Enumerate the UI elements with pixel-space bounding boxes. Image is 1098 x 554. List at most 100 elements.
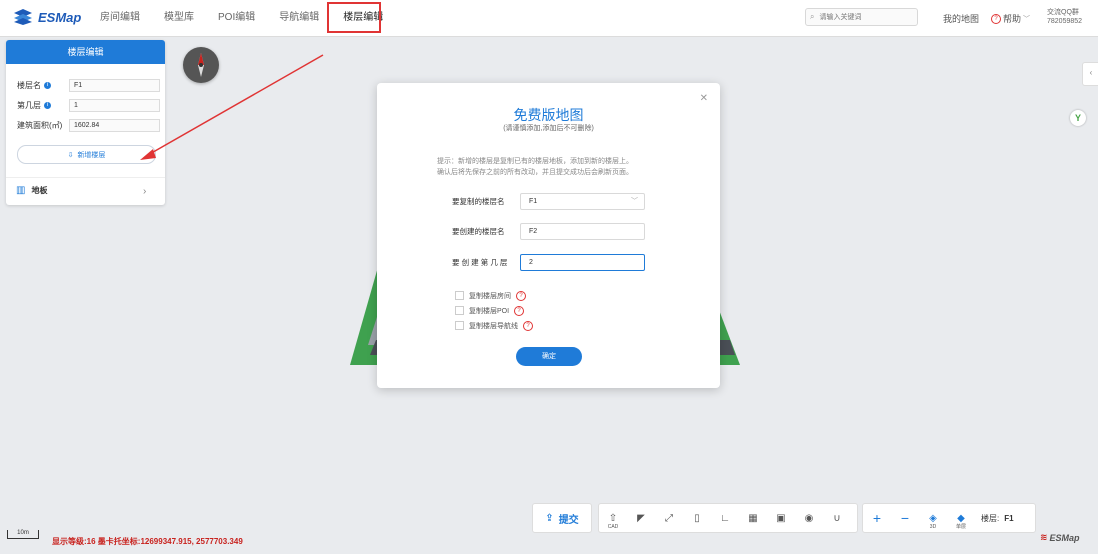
snap-button[interactable]: ∪ <box>823 504 851 532</box>
watermark-text: ESMap <box>1049 532 1080 543</box>
info-icon[interactable]: i <box>44 82 51 89</box>
top-bar: ESMap 房间编辑 模型库 POI编辑 导航编辑 楼层编辑 ⌕ 我的地图 ? … <box>0 0 1098 37</box>
tab-model-library[interactable]: 模型库 <box>152 0 206 36</box>
angle-tool-button[interactable]: ∟ <box>711 504 739 532</box>
copy-navlines-option[interactable]: 复制楼层导航线 ? <box>455 318 533 333</box>
create-number-row: 要 创 建 第 几 层 2 <box>452 254 645 271</box>
chevron-down-icon: ﹀ <box>1023 15 1031 23</box>
triangle-icon: ◤ <box>637 512 645 524</box>
annotation-highlight-box <box>327 2 381 33</box>
chevron-right-icon[interactable]: › <box>143 186 146 197</box>
floor-name-input[interactable] <box>69 79 160 92</box>
scale-bar: 10m <box>7 530 39 539</box>
cad-import-button[interactable]: ⇧ CAD <box>599 504 627 532</box>
copy-floor-label: 要复制的楼层名 <box>452 197 505 206</box>
divider <box>6 177 165 178</box>
grid-tool-button[interactable]: ▦ <box>739 504 767 532</box>
compass-icon[interactable] <box>183 47 219 83</box>
tab-room-edit[interactable]: 房间编辑 <box>88 0 152 36</box>
question-icon[interactable]: ? <box>516 290 526 301</box>
eye-icon: ◉ <box>804 512 814 524</box>
qq-number: 782059852 <box>1047 18 1083 25</box>
floor-name-label: 楼层名 <box>17 81 41 90</box>
fit-view-button[interactable]: ⤢ <box>655 504 683 532</box>
wall-tool-button[interactable]: ▯ <box>683 504 711 532</box>
plus-icon: + <box>872 510 882 526</box>
info-icon[interactable]: i <box>44 102 51 109</box>
area-row: 建筑面积(㎡) <box>17 119 160 132</box>
zoom-out-button[interactable]: − <box>891 504 919 532</box>
panel-title: 楼层编辑 <box>6 40 165 64</box>
dialog-tip: 提示：新增的楼层是复制已有的楼层地板，添加到新的楼层上。 确认后将先保存之前的所… <box>437 156 677 178</box>
close-icon[interactable]: ✕ <box>700 93 708 104</box>
create-number-input[interactable]: 2 <box>520 254 645 271</box>
submit-button[interactable]: ⇪ 提交 <box>532 503 592 533</box>
checkbox[interactable] <box>455 306 464 315</box>
confirm-button[interactable]: 确定 <box>516 347 582 366</box>
tab-navigation-edit[interactable]: 导航编辑 <box>267 0 331 36</box>
esmap-logo-icon <box>14 9 32 25</box>
copy-floor-select[interactable]: F1 ﹀ <box>520 193 645 210</box>
copy-options: 复制楼层房间 ? 复制楼层POI ? 复制楼层导航线 ? <box>455 288 533 333</box>
view-toolbar: + − ◈ 3D ◆ 单层 楼层: F1 <box>862 503 1036 533</box>
help-icon: ? <box>991 13 1001 24</box>
help-label: 帮助 <box>1003 14 1022 24</box>
layers-icon: ◆ <box>957 512 965 524</box>
view-3d-button[interactable]: ◈ 3D <box>919 504 947 532</box>
help-menu[interactable]: ? 帮助 ﹀ <box>991 12 1030 25</box>
draw-polygon-button[interactable]: ◤ <box>627 504 655 532</box>
cube-icon: ◈ <box>929 512 937 524</box>
edit-toolbar: ⇧ CAD ◤ ⤢ ▯ ∟ ▦ ▣ ◉ ∪ <box>598 503 858 533</box>
checkbox[interactable] <box>455 321 464 330</box>
qq-label: 交流QQ群 <box>1047 9 1079 16</box>
assistant-icon[interactable]: Y <box>1070 110 1086 126</box>
area-label: 建筑面积(㎡) <box>17 121 63 130</box>
copy-rooms-option[interactable]: 复制楼层房间 ? <box>455 288 533 303</box>
question-icon[interactable]: ? <box>523 320 533 331</box>
logo[interactable]: ESMap <box>12 9 81 25</box>
zoom-in-button[interactable]: + <box>863 504 891 532</box>
copy-rooms-label: 复制楼层房间 <box>469 292 511 300</box>
floorboard-section[interactable]: ▥ 地板 <box>16 185 47 196</box>
minus-icon: − <box>900 510 910 526</box>
search-box[interactable]: ⌕ <box>805 8 918 26</box>
search-input[interactable] <box>817 12 912 22</box>
floor-number-label: 第几层 <box>17 101 41 110</box>
create-floor-row: 要创建的楼层名 F2 <box>452 223 645 240</box>
copy-poi-label: 复制楼层POI <box>469 307 510 315</box>
single-floor-button[interactable]: ◆ 单层 <box>947 504 975 532</box>
collapse-side-tab[interactable]: ‹ <box>1082 62 1098 86</box>
angle-icon: ∟ <box>720 512 730 524</box>
question-icon[interactable]: ? <box>514 305 525 316</box>
floor-indicator[interactable]: 楼层: F1 <box>981 513 1014 524</box>
layer-tool-button[interactable]: ▣ <box>767 504 795 532</box>
floor-indicator-label: 楼层: <box>981 513 1000 523</box>
checkbox[interactable] <box>455 291 464 300</box>
grid-icon: ▦ <box>748 512 758 524</box>
tip-line: 提示：新增的楼层是复制已有的楼层地板，添加到新的楼层上。 <box>437 158 633 165</box>
floorboard-icon: ▥ <box>16 185 26 196</box>
wall-icon: ▯ <box>694 512 700 524</box>
visibility-button[interactable]: ◉ <box>795 504 823 532</box>
brand-name: ESMap <box>38 9 82 25</box>
add-floor-dialog: ✕ 免费版地图 (请谨慎添加,添加后不可删除) 提示：新增的楼层是复制已有的楼层… <box>377 83 720 388</box>
cad-label: CAD <box>607 524 619 530</box>
floor-edit-panel: 楼层编辑 楼层名i 第几层i 建筑面积(㎡) ⇩ 新增楼层 ▥ 地板 › <box>6 40 165 205</box>
area-input[interactable] <box>69 119 160 132</box>
submit-label: 提交 <box>558 514 579 526</box>
floor-number-input[interactable] <box>69 99 160 112</box>
add-floor-button[interactable]: ⇩ 新增楼层 <box>17 145 156 164</box>
add-floor-icon: ⇩ <box>67 151 74 159</box>
tab-poi-edit[interactable]: POI编辑 <box>206 0 267 36</box>
copy-poi-option[interactable]: 复制楼层POI ? <box>455 303 533 318</box>
status-text: 显示等级:16 墨卡托坐标:12699347.915, 2577703.349 <box>52 537 243 546</box>
expand-icon: ⤢ <box>665 512 673 524</box>
single-floor-label: 单层 <box>955 524 966 530</box>
my-map-link[interactable]: 我的地图 <box>943 12 979 25</box>
upload-icon: ⇧ <box>608 512 618 524</box>
floor-number-row: 第几层 i <box>17 99 160 112</box>
create-floor-label: 要创建的楼层名 <box>452 227 505 236</box>
floor-indicator-value: F1 <box>1004 513 1014 523</box>
create-floor-input[interactable]: F2 <box>520 223 645 240</box>
floorboard-label: 地板 <box>31 186 48 195</box>
